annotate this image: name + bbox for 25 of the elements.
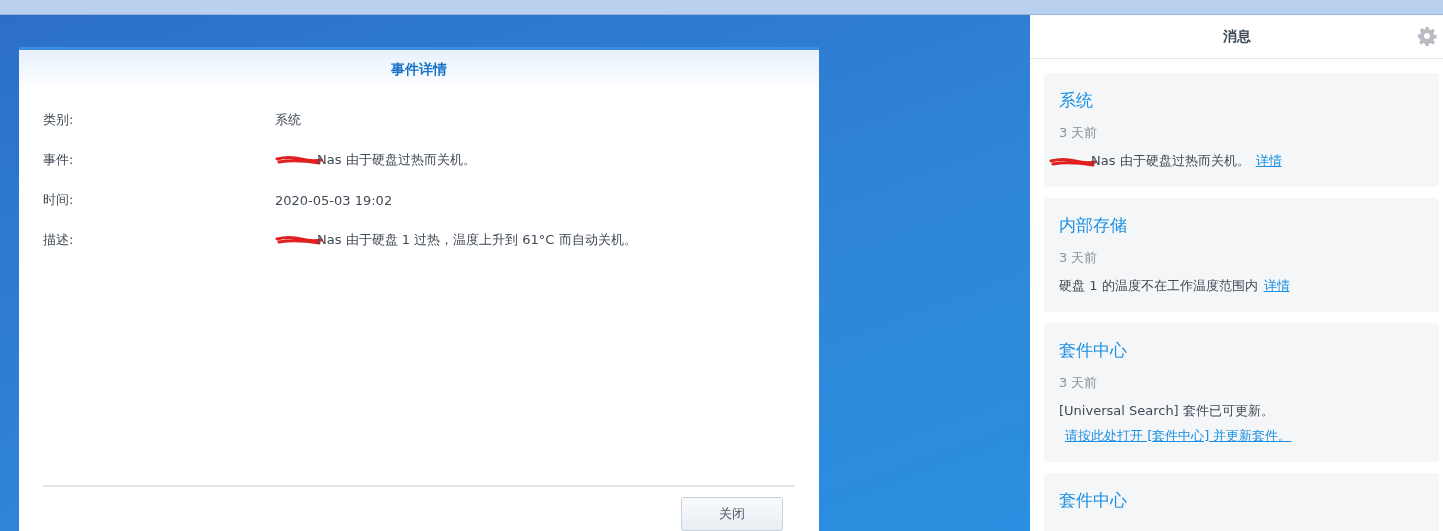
close-button[interactable]: 关闭: [681, 497, 783, 531]
notification-title[interactable]: 套件中心: [1059, 339, 1423, 362]
notification-text: Nas 由于硬盘过热而关机。: [1091, 153, 1250, 168]
dialog-title: 事件详情: [391, 61, 447, 79]
notification-title[interactable]: 内部存储: [1059, 214, 1423, 237]
settings-icon[interactable]: [1417, 26, 1437, 46]
notification-title[interactable]: 系统: [1059, 89, 1423, 112]
field-value: 系统: [275, 111, 301, 129]
details-link[interactable]: 请按此处打开 [套件中心] 并更新套件。: [1065, 428, 1292, 443]
field-label: 时间:: [43, 191, 75, 209]
notification-time: 3 天前: [1059, 124, 1099, 142]
panel-title: 消息: [1222, 27, 1251, 46]
field-label: 类别:: [43, 111, 75, 129]
notification-time: 3 天前: [1059, 374, 1099, 392]
details-link[interactable]: 详情: [1255, 153, 1282, 168]
field-value: Nas 由于硬盘 1 过热，温度上升到 61°C 而自动关机。: [317, 231, 637, 249]
notification-title[interactable]: 套件中心: [1059, 489, 1423, 512]
notification-text: [Universal Search] 套件已可更新。: [1059, 403, 1274, 418]
field-label: 事件:: [43, 151, 75, 169]
field-label: 描述:: [43, 231, 75, 249]
details-link[interactable]: 详情: [1263, 278, 1290, 293]
field-value: 2020-05-03 19:02: [275, 192, 393, 208]
field-value: Nas 由于硬盘过热而关机。: [317, 151, 476, 169]
notification-text: 硬盘 1 的温度不在工作温度范围内: [1059, 278, 1258, 293]
notification-time: 3 天前: [1059, 249, 1099, 267]
